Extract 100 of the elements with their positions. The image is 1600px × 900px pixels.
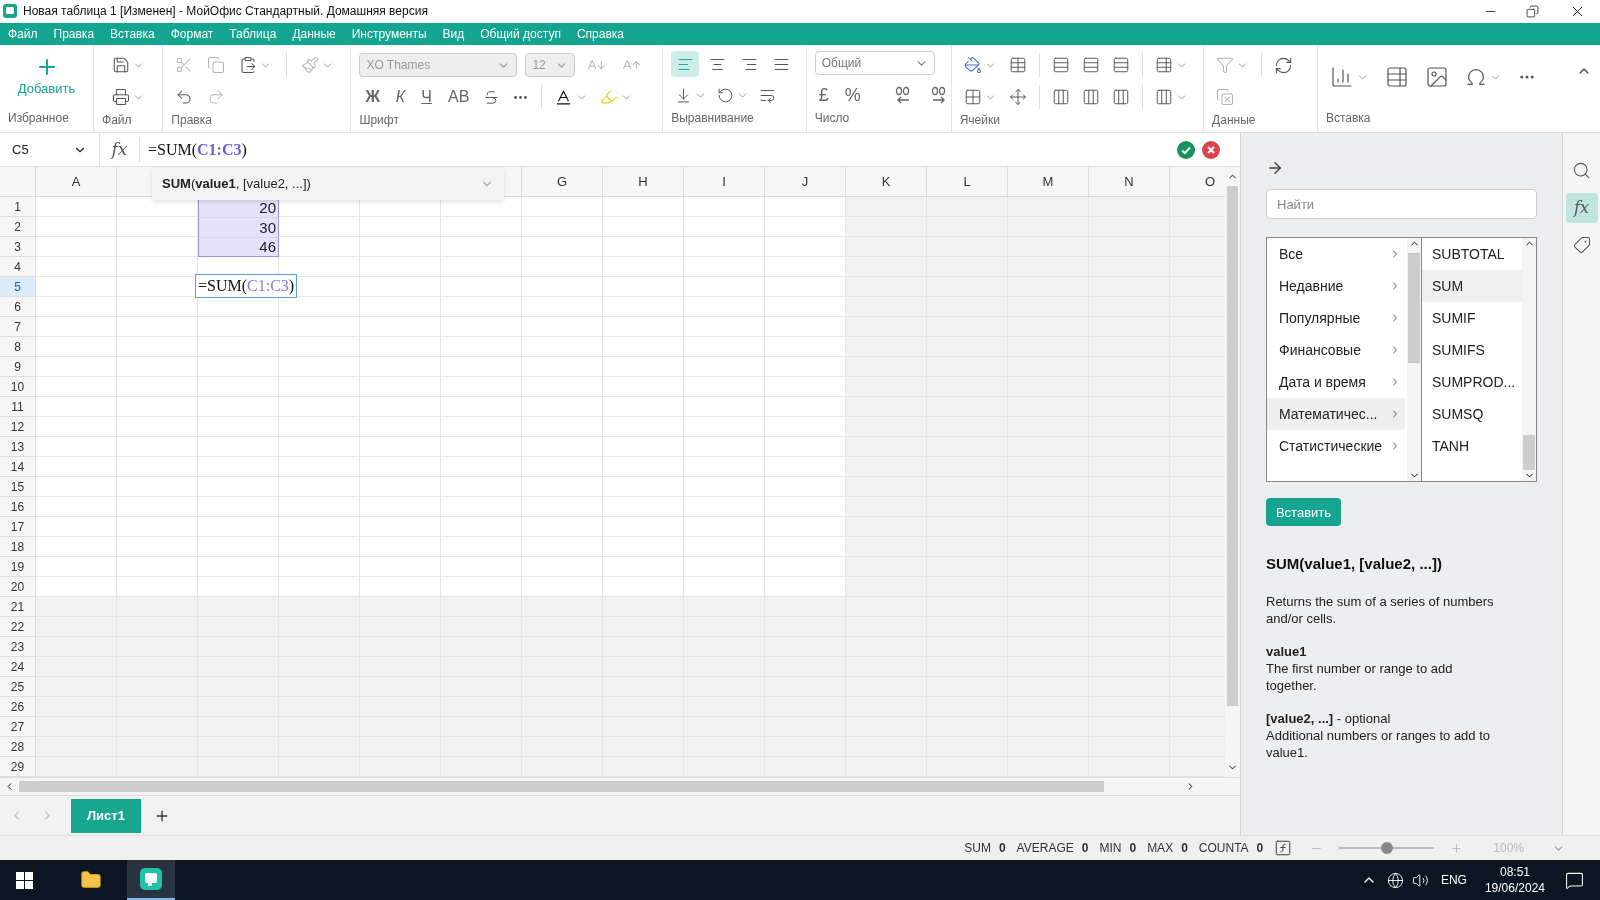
row-header[interactable]: 21 bbox=[0, 597, 36, 618]
row-header[interactable]: 2 bbox=[0, 217, 36, 238]
row-header[interactable]: 3 bbox=[0, 237, 36, 258]
category-item[interactable]: Статистические bbox=[1267, 430, 1405, 463]
function-item[interactable]: SUMIF bbox=[1422, 302, 1522, 335]
row-header[interactable]: 20 bbox=[0, 577, 36, 598]
pivot-table-icon[interactable] bbox=[1384, 65, 1409, 90]
column-header[interactable]: I bbox=[684, 167, 765, 197]
refresh-icon[interactable] bbox=[1274, 55, 1294, 75]
volume-icon[interactable] bbox=[1411, 871, 1429, 889]
row-header[interactable]: 1 bbox=[0, 197, 36, 218]
confirm-icon[interactable] bbox=[1177, 140, 1195, 159]
app-icon[interactable] bbox=[140, 868, 162, 890]
function-button[interactable]: fx bbox=[100, 137, 140, 163]
function-item[interactable]: TANH bbox=[1422, 430, 1522, 463]
font-style-button[interactable]: Ж bbox=[359, 83, 386, 112]
row-header[interactable]: 7 bbox=[0, 317, 36, 338]
fill-color-icon[interactable] bbox=[963, 56, 982, 75]
scrollbar[interactable] bbox=[1407, 238, 1421, 482]
search-field[interactable]: Найти bbox=[1266, 189, 1537, 220]
text-rotate-icon[interactable] bbox=[717, 86, 735, 104]
row-header[interactable]: 23 bbox=[0, 637, 36, 658]
function-item[interactable]: SUBTOTAL bbox=[1422, 238, 1522, 271]
row-header[interactable]: 13 bbox=[0, 437, 36, 458]
row-header[interactable]: 26 bbox=[0, 697, 36, 718]
insert-cells-icon[interactable] bbox=[1154, 88, 1173, 107]
function-item[interactable]: SUMSQ bbox=[1422, 398, 1522, 431]
column-header[interactable]: J bbox=[765, 167, 846, 197]
paste-icon[interactable] bbox=[239, 56, 258, 75]
row-header[interactable]: 4 bbox=[0, 257, 36, 278]
category-item[interactable]: Популярные bbox=[1267, 302, 1405, 335]
scrollbar[interactable] bbox=[1522, 238, 1536, 482]
scrollbar-thumb[interactable] bbox=[1227, 186, 1238, 707]
row-header[interactable]: 27 bbox=[0, 717, 36, 738]
strikethrough-icon[interactable] bbox=[483, 88, 501, 106]
borders-icon[interactable] bbox=[963, 88, 982, 107]
row-header[interactable]: 18 bbox=[0, 537, 36, 558]
windows-logo-icon[interactable] bbox=[16, 871, 33, 889]
column-header[interactable]: H bbox=[603, 167, 684, 197]
scrollbar-thumb[interactable] bbox=[19, 781, 1104, 793]
notifications-icon[interactable] bbox=[1565, 870, 1584, 890]
row-header[interactable]: 6 bbox=[0, 297, 36, 318]
insert-column-right-icon[interactable] bbox=[1081, 88, 1100, 107]
number-format-button[interactable]: % bbox=[840, 82, 865, 109]
search-icon[interactable] bbox=[1572, 161, 1591, 181]
align-button[interactable] bbox=[671, 51, 700, 78]
row-header[interactable]: 25 bbox=[0, 677, 36, 698]
formula-field[interactable]: =SUM(C1:C3) bbox=[140, 137, 1177, 162]
row-header[interactable]: 16 bbox=[0, 497, 36, 518]
category-item[interactable]: Все bbox=[1267, 238, 1405, 271]
row-header[interactable]: 8 bbox=[0, 337, 36, 358]
network-icon[interactable] bbox=[1386, 871, 1404, 889]
image-icon[interactable] bbox=[1424, 65, 1449, 90]
function-item[interactable]: SUMPROD... bbox=[1422, 366, 1522, 399]
functions-tab[interactable]: fx bbox=[1565, 193, 1598, 224]
scrollbar-thumb[interactable] bbox=[1408, 253, 1420, 364]
horizontal-scrollbar[interactable] bbox=[0, 777, 1240, 796]
taskbar-app[interactable] bbox=[127, 860, 175, 900]
row-header[interactable]: 19 bbox=[0, 557, 36, 578]
cell-editor[interactable]: =SUM(C1:C3) bbox=[195, 274, 298, 299]
category-item[interactable]: Математичес... bbox=[1267, 398, 1405, 431]
merge-cells-icon[interactable] bbox=[1008, 88, 1027, 107]
category-item[interactable]: Дата и время bbox=[1267, 366, 1405, 399]
column-header[interactable]: K bbox=[846, 167, 927, 197]
clock[interactable]: 08:51 19/06/2024 bbox=[1484, 864, 1545, 896]
font-style-button[interactable]: К bbox=[389, 83, 412, 112]
row-header[interactable]: 17 bbox=[0, 517, 36, 538]
row-header[interactable]: 11 bbox=[0, 397, 36, 418]
undo-icon[interactable] bbox=[175, 88, 194, 107]
row-header[interactable]: 12 bbox=[0, 417, 36, 438]
chart-icon[interactable] bbox=[1329, 65, 1354, 90]
font-style-button[interactable]: Ч bbox=[415, 83, 438, 112]
delete-row-icon[interactable] bbox=[1111, 56, 1130, 75]
column-header[interactable]: N bbox=[1089, 167, 1170, 197]
column-header[interactable]: A bbox=[36, 167, 117, 197]
font-style-button[interactable]: АВ bbox=[441, 83, 476, 112]
function-item[interactable]: SUMIFS bbox=[1422, 334, 1522, 367]
function-item[interactable]: SUM bbox=[1422, 270, 1522, 303]
insert-row-below-icon[interactable] bbox=[1081, 56, 1100, 75]
row-header[interactable]: 15 bbox=[0, 477, 36, 498]
save-icon[interactable] bbox=[111, 56, 130, 75]
column-header[interactable]: M bbox=[1008, 167, 1089, 197]
row-header[interactable]: 29 bbox=[0, 757, 36, 778]
row-header[interactable]: 28 bbox=[0, 737, 36, 758]
row-header[interactable]: 5 bbox=[0, 277, 36, 298]
number-format-button[interactable]: £ bbox=[814, 82, 833, 109]
restore-button[interactable] bbox=[1526, 4, 1539, 18]
formula-view-icon[interactable] bbox=[1274, 839, 1293, 858]
table-icon[interactable] bbox=[1154, 56, 1173, 75]
vertical-scrollbar[interactable] bbox=[1225, 167, 1240, 778]
category-item[interactable]: Финансовые bbox=[1267, 334, 1405, 367]
scrollbar-thumb[interactable] bbox=[1523, 435, 1535, 471]
column-header[interactable]: G bbox=[522, 167, 603, 197]
insert-row-icon[interactable] bbox=[1051, 56, 1070, 75]
language-indicator[interactable]: ENG bbox=[1440, 871, 1467, 889]
category-item[interactable]: Недавние bbox=[1267, 270, 1405, 303]
row-header[interactable]: 10 bbox=[0, 377, 36, 398]
folder-icon[interactable] bbox=[80, 869, 102, 891]
number-format-select[interactable]: Общий bbox=[814, 51, 935, 76]
row-header[interactable]: 9 bbox=[0, 357, 36, 378]
